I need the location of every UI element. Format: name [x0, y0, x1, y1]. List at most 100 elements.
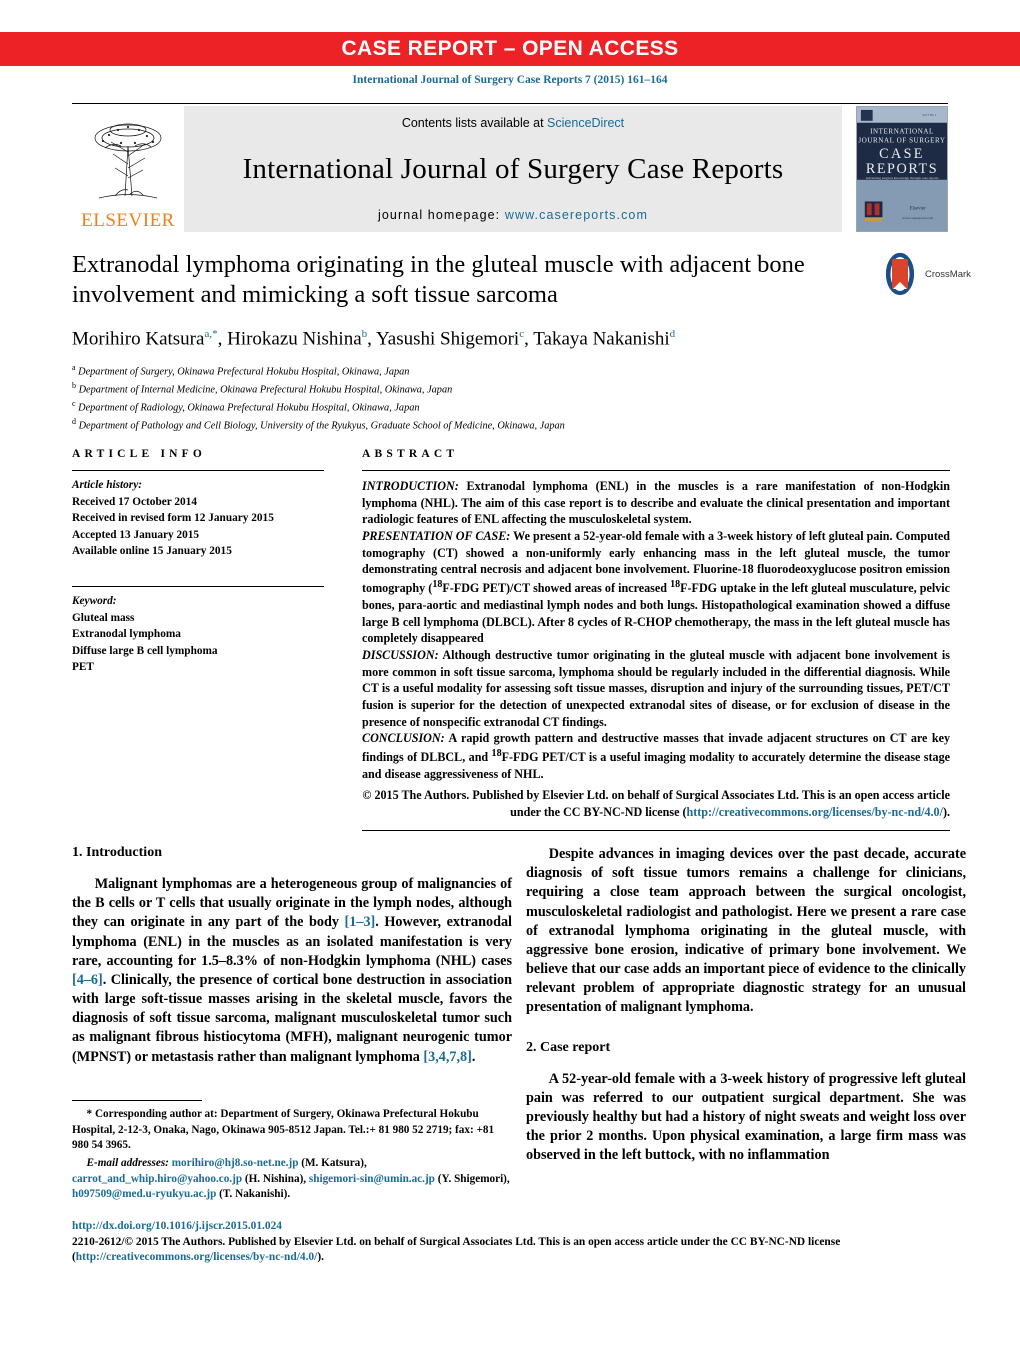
- abstract-section: DISCUSSION: Although destructive tumor o…: [362, 647, 950, 729]
- email-link[interactable]: shigemori-sin@umin.ac.jp: [309, 1173, 435, 1185]
- title-block: Extranodal lymphoma originating in the g…: [72, 250, 862, 434]
- copyright-suffix: ).: [942, 805, 950, 820]
- email-addresses-note: E-mail addresses: morihiro@hj8.so-net.ne…: [72, 1156, 512, 1203]
- journal-name: International Journal of Surgery Case Re…: [242, 152, 784, 185]
- author-name: Hirokazu Nishina: [227, 328, 362, 350]
- author-list: Morihiro Katsuraa,*, Hirokazu Nishinab, …: [72, 327, 676, 350]
- journal-header: ELSEVIER Contents lists available at Sci…: [72, 106, 948, 232]
- cover-artwork: Vol 7 No 1 INTERNATIONAL JOURNAL OF SURG…: [857, 107, 947, 231]
- crossmark-badge[interactable]: CrossMark: [878, 252, 982, 296]
- publisher-license-line: 2210-2612/© 2015 The Authors. Published …: [72, 1235, 962, 1266]
- affiliation-item: b Department of Internal Medicine, Okina…: [72, 381, 453, 396]
- abstract-top-rule: [362, 470, 950, 471]
- journal-homepage-line: journal homepage: www.casereports.com: [378, 208, 648, 222]
- keyword-item: Gluteal mass: [72, 611, 135, 624]
- abstract-section-label: PRESENTATION OF CASE:: [362, 529, 511, 544]
- abstract-copyright: © 2015 The Authors. Published by Elsevie…: [362, 787, 950, 820]
- reference-link-1[interactable]: [1–3]: [345, 914, 376, 930]
- author-name: Morihiro Katsura: [72, 328, 205, 350]
- intro-paragraph-1: Malignant lymphomas are a heterogeneous …: [72, 875, 512, 1067]
- article-history-label: Article history:: [72, 479, 142, 491]
- intro-text-d: .: [471, 1048, 476, 1065]
- footnote-rule: [72, 1100, 202, 1101]
- affiliation-marker: b: [72, 381, 76, 391]
- author-name: Yasushi Shigemori: [375, 328, 520, 350]
- reference-link-3[interactable]: [3,4,7,8]: [423, 1049, 471, 1065]
- corresponding-author-note: * Corresponding author at: Department of…: [72, 1108, 495, 1152]
- abstract-section-label: INTRODUCTION:: [362, 479, 459, 493]
- isotope-superscript: 18: [432, 579, 443, 591]
- svg-text:INTERNATIONAL: INTERNATIONAL: [870, 128, 934, 136]
- keyword-item: Extranodal lymphoma: [72, 628, 181, 641]
- abstract-section: CONCLUSION: A rapid growth pattern and d…: [362, 731, 950, 781]
- article-history-item: Accepted 13 January 2015: [72, 528, 200, 541]
- author-affiliation-marker: c: [519, 327, 525, 340]
- footnote-block: * Corresponding author at: Department of…: [72, 1100, 512, 1203]
- svg-text:www.casereports.com: www.casereports.com: [902, 216, 933, 220]
- crossmark-label: CrossMark: [925, 268, 971, 280]
- email-link[interactable]: h097509@med.u-ryukyu.ac.jp: [72, 1188, 216, 1200]
- affiliation-marker: c: [72, 399, 76, 409]
- open-access-banner: CASE REPORT – OPEN ACCESS: [0, 32, 1020, 66]
- journal-homepage-link[interactable]: www.casereports.com: [505, 208, 648, 222]
- email-owner: (Y. Shigemori),: [434, 1172, 510, 1185]
- isotope-superscript: 18: [670, 579, 681, 591]
- abstract-section: PRESENTATION OF CASE: We present a 52-ye…: [362, 529, 950, 646]
- affiliation-marker: a: [72, 363, 76, 373]
- keyword-item: PET: [72, 661, 94, 674]
- banner-text: CASE REPORT – OPEN ACCESS: [341, 37, 679, 60]
- affiliation-item: c Department of Radiology, Okinawa Prefe…: [72, 399, 420, 414]
- affiliation-marker: d: [72, 417, 76, 427]
- elsevier-wordmark: ELSEVIER: [81, 210, 175, 231]
- article-info-heading: ARTICLE INFO: [72, 448, 207, 460]
- publisher-footer: http://dx.doi.org/10.1016/j.ijscr.2015.0…: [72, 1219, 962, 1266]
- intro-paragraph-2: Despite advances in imaging devices over…: [526, 846, 966, 1016]
- abstract-section: INTRODUCTION: Extranodal lymphoma (ENL) …: [362, 479, 950, 527]
- svg-text:Vol 7 No 1: Vol 7 No 1: [922, 113, 937, 117]
- section-heading-introduction: 1. Introduction: [72, 845, 162, 860]
- affiliation-list: a Department of Surgery, Okinawa Prefect…: [72, 362, 862, 434]
- sciencedirect-link[interactable]: ScienceDirect: [547, 116, 624, 130]
- header-top-rule: [72, 103, 948, 104]
- abstract-heading: ABSTRACT: [362, 448, 459, 460]
- svg-text:JOURNAL OF SURGERY: JOURNAL OF SURGERY: [858, 136, 945, 144]
- article-history-item: Received in revised form 12 January 2015: [72, 512, 274, 525]
- license-link[interactable]: http://creativecommons.org/licenses/by-n…: [76, 1251, 318, 1263]
- contents-prefix: Contents lists available at: [401, 116, 548, 130]
- article-history-block: Article history: Received 17 October 201…: [72, 477, 324, 560]
- author-affiliation-marker: d: [669, 327, 676, 340]
- article-history-item: Received 17 October 2014: [72, 495, 197, 508]
- article-info-column: ARTICLE INFO Article history: Received 1…: [72, 448, 324, 676]
- email-label: E-mail addresses:: [86, 1157, 169, 1170]
- email-link[interactable]: morihiro@hj8.so-net.ne.jp: [172, 1157, 299, 1169]
- email-link[interactable]: carrot_and_whip.hiro@yahoo.co.jp: [72, 1173, 242, 1185]
- isotope-superscript: 18: [491, 748, 502, 760]
- svg-text:REPORTS: REPORTS: [866, 161, 938, 177]
- keyword-block: Keyword: Gluteal mass Extranodal lymphoma…: [72, 593, 324, 676]
- abstract-column: ABSTRACT INTRODUCTION: Extranodal lympho…: [362, 448, 950, 831]
- keyword-label: Keyword:: [72, 594, 117, 607]
- elsevier-logo: ELSEVIER: [72, 106, 184, 232]
- author-affiliation-marker: a,*: [204, 327, 218, 340]
- crossmark-icon: [885, 252, 915, 296]
- page-title: Extranodal lymphoma originating in the g…: [72, 251, 805, 308]
- abstract-license-link[interactable]: http://creativecommons.org/licenses/by-n…: [687, 805, 943, 819]
- article-history-items: Received 17 October 2014 Received in revi…: [72, 494, 324, 560]
- doi-link[interactable]: http://dx.doi.org/10.1016/j.ijscr.2015.0…: [72, 1220, 282, 1232]
- elsevier-tree-icon: [94, 123, 162, 199]
- author-affiliation-marker: b: [361, 327, 368, 340]
- journal-cover-thumbnail: Vol 7 No 1 INTERNATIONAL JOURNAL OF SURG…: [856, 106, 948, 232]
- email-owner: (H. Nishina),: [242, 1172, 307, 1185]
- license-close-paren: ).: [317, 1251, 324, 1263]
- email-owner: (M. Katsura),: [298, 1157, 367, 1170]
- author-name: Takaya Nakanishi: [533, 328, 670, 350]
- abstract-section-label: DISCUSSION:: [362, 647, 439, 662]
- publisher-license-text: 2210-2612/© 2015 The Authors. Published …: [72, 1235, 841, 1248]
- body-column-left: 1. Introduction Malignant lymphomas are …: [72, 845, 512, 1067]
- affiliation-item: a Department of Surgery, Okinawa Prefect…: [72, 363, 410, 378]
- reference-link-2[interactable]: [4–6]: [72, 972, 103, 988]
- email-owner: (T. Nakanishi).: [216, 1188, 291, 1201]
- body-column-right: Despite advances in imaging devices over…: [526, 845, 966, 1165]
- svg-text:Elsevier: Elsevier: [910, 206, 926, 211]
- journal-title-panel: Contents lists available at ScienceDirec…: [184, 106, 842, 232]
